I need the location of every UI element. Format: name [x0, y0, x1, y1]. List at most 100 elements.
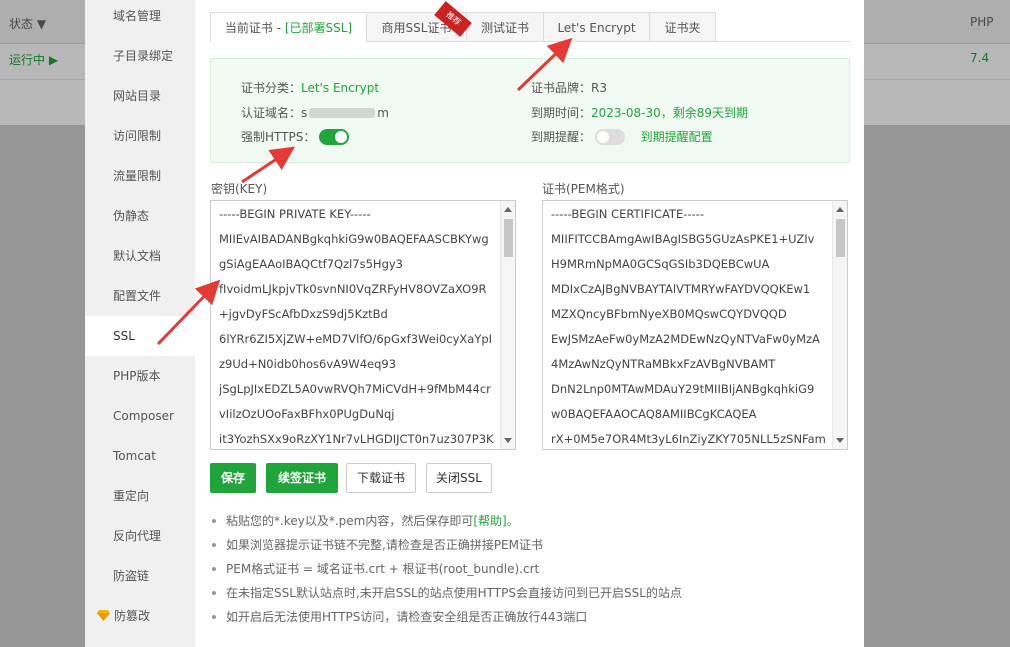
close-ssl-button[interactable]: 关闭SSL — [426, 463, 492, 493]
list-item: PEM格式证书 = 域名证书.crt + 根证书(root_bundle).cr… — [210, 559, 850, 583]
sidebar-item-hotlink[interactable]: 防盗链 — [85, 556, 195, 596]
sidebar-item-label: 配置文件 — [113, 289, 162, 303]
sidebar-item-label: 重定向 — [113, 489, 150, 503]
code-line: 4MzAwNzQyNTRaMBkxFzAVBgNVBAMT — [551, 357, 776, 371]
tip-text: 如开启后无法使用HTTPS访问，请检查安全组是否正确放行443端口 — [226, 610, 588, 624]
tip-text: PEM格式证书 = 域名证书.crt + 根证书(root_bundle).cr… — [226, 562, 540, 576]
cert-domain-value-start: s — [301, 106, 308, 120]
sidebar-item-label: Composer — [113, 409, 174, 423]
tip-text: 在未指定SSL默认站点时,未开启SSL的站点使用HTTPS会直接访问到已开启SS… — [226, 586, 682, 600]
code-line: +jgvDyFScAfbDxzS9dj5KztBd — [219, 307, 388, 321]
force-https-label: 强制HTTPS： — [241, 130, 316, 144]
tab-label: 商用SSL证书 — [381, 21, 452, 35]
code-line: 6lYRr6ZI5XjZW+eMD7VlfO/6pGxf3Wei0cyXaYpI — [219, 332, 493, 346]
cert-domain-label: 认证域名： — [241, 106, 302, 120]
code-line: rX+0M5e7OR4Mt3yL6InZiyZKY705NLL5zSNFam — [551, 432, 826, 446]
toggle-knob — [335, 131, 348, 143]
redacted-domain — [309, 108, 376, 118]
download-cert-button[interactable]: 下载证书 — [346, 463, 416, 493]
expire-remind-toggle[interactable] — [594, 129, 625, 145]
cert-expire-label: 到期时间： — [531, 106, 592, 120]
sidebar-item-config-file[interactable]: 配置文件 — [85, 276, 195, 316]
scroll-down-icon[interactable] — [504, 438, 512, 443]
cert-expire: 到期时间：2023-08-30，剩余89天到期 — [531, 104, 748, 121]
list-item: 粘贴您的*.key以及*.pem内容，然后保存即可[帮助]。 — [210, 511, 850, 535]
tab-test-cert[interactable]: 测试证书 — [466, 12, 544, 42]
certificate-content: -----BEGIN CERTIFICATE----- MIIFITCCBAmgA… — [551, 207, 829, 449]
cert-scrollbar[interactable] — [832, 201, 847, 449]
cert-brand: 证书品牌：R3 — [531, 79, 607, 96]
cert-domain: 认证域名：s m — [241, 104, 389, 121]
cert-brand-label: 证书品牌： — [531, 81, 592, 95]
toggle-knob — [596, 131, 609, 143]
private-key-textarea[interactable]: -----BEGIN PRIVATE KEY----- MIIEvAIBADANB… — [210, 200, 516, 450]
sidebar-item-label: 流量限制 — [113, 169, 162, 183]
sidebar-item-php-version[interactable]: PHP版本 — [85, 356, 195, 396]
deployed-status: [已部署SSL] — [284, 21, 353, 35]
tab-cert-folder[interactable]: 证书夹 — [649, 12, 716, 42]
sidebar-item-tomcat[interactable]: Tomcat — [85, 436, 195, 476]
sidebar-item-tamper-proof[interactable]: 防篡改 — [85, 596, 195, 636]
expire-remind-config-link[interactable]: 到期提醒配置 — [641, 130, 713, 144]
key-label: 密钥(KEY) — [211, 182, 268, 196]
sidebar-item-reverse-proxy[interactable]: 反向代理 — [85, 516, 195, 556]
ssl-tabs: 当前证书 - [已部署SSL] 商用SSL证书 测试证书 Let's Encry… — [210, 1, 850, 43]
cert-brand-value: R3 — [591, 81, 607, 95]
sidebar-item-composer[interactable]: Composer — [85, 396, 195, 436]
tab-label: Let's Encrypt — [557, 21, 636, 35]
sidebar-item-label: PHP版本 — [113, 369, 161, 383]
sidebar-item-traffic-limit[interactable]: 流量限制 — [85, 156, 195, 196]
save-button[interactable]: 保存 — [210, 463, 256, 493]
help-link[interactable]: [帮助]。 — [473, 514, 518, 528]
sidebar-item-subdir[interactable]: 子目录绑定 — [85, 36, 195, 76]
code-line: vIilzOzUOoFaxBFhx0PUgDuNqj — [219, 407, 395, 421]
sidebar-item-ssl[interactable]: SSL — [85, 316, 195, 356]
renew-cert-button[interactable]: 续签证书 — [266, 463, 338, 493]
force-https-toggle[interactable] — [319, 129, 350, 145]
scroll-down-icon[interactable] — [836, 438, 844, 443]
scroll-up-icon[interactable] — [504, 207, 512, 212]
expire-remind: 到期提醒： 到期提醒配置 — [531, 128, 713, 145]
sidebar-item-site-dir[interactable]: 网站目录 — [85, 76, 195, 116]
scroll-thumb[interactable] — [836, 219, 845, 257]
sidebar-item-label: 防盗链 — [113, 569, 150, 583]
code-line: DnN2Lnp0MTAwMDAuY29tMIIBIjANBgkqhkiG9 — [551, 382, 815, 396]
sidebar-item-label: 子目录绑定 — [113, 49, 174, 63]
certificate-textarea[interactable]: -----BEGIN CERTIFICATE----- MIIFITCCBAmgA… — [542, 200, 848, 450]
sidebar-item-label: Tomcat — [113, 449, 156, 463]
sidebar-item-redirect[interactable]: 重定向 — [85, 476, 195, 516]
code-line: H9MRmNpMA0GCSqGSIb3DQEBCwUA — [551, 257, 770, 271]
tip-text: 如果浏览器提示证书链不完整,请检查是否正确拼接PEM证书 — [226, 538, 543, 552]
scroll-up-icon[interactable] — [836, 207, 844, 212]
sidebar-item-default-doc[interactable]: 默认文档 — [85, 236, 195, 276]
sidebar-item-label: 防篡改 — [114, 609, 151, 623]
code-line: z9Ud+N0idb0hos6vA9W4eq93 — [219, 357, 397, 371]
cert-expire-value: 2023-08-30，剩余89天到期 — [591, 106, 749, 120]
ssl-panel: 当前证书 - [已部署SSL] 商用SSL证书 测试证书 Let's Encry… — [210, 0, 850, 647]
cert-domain-value-end: m — [377, 106, 389, 120]
ssl-tips-list: 粘贴您的*.key以及*.pem内容，然后保存即可[帮助]。 如果浏览器提示证书… — [210, 511, 850, 631]
code-line: MDIxCzAJBgNVBAYTAlVTMRYwFAYDVQQKEw1 — [551, 282, 811, 296]
code-line: EwJSMzAeFw0yMzA2MDEwNzQyNTVaFw0yMzA — [551, 332, 820, 346]
sidebar-item-label: 伪静态 — [113, 209, 150, 223]
code-line: MZXQncyBFbmNyeXB0MQswCQYDVQQD — [551, 307, 787, 321]
sidebar-item-rewrite[interactable]: 伪静态 — [85, 196, 195, 236]
code-line: gSiAgEAAoIBAQCtf7Qzl7s5Hgy3 — [219, 257, 403, 271]
sidebar-item-domain[interactable]: 域名管理 — [85, 0, 195, 36]
tab-letsencrypt[interactable]: Let's Encrypt — [543, 12, 650, 42]
scroll-thumb[interactable] — [504, 219, 513, 257]
key-scrollbar[interactable] — [500, 201, 515, 449]
code-line: jSgLpJIxEDZL5A0vwRVQh7MiCVdH+9fMbM44cr — [219, 382, 491, 396]
site-settings-modal: 域名管理 子目录绑定 网站目录 访问限制 流量限制 伪静态 默认文档 配置文件 … — [85, 0, 864, 647]
sidebar-item-label: 访问限制 — [113, 129, 162, 143]
force-https: 强制HTTPS： — [241, 128, 350, 145]
sidebar-item-label: 域名管理 — [113, 9, 162, 23]
code-line: it3YozhSXx9oRzXY1Nr7vLHGDIJCT0n7uz307P3K — [219, 432, 494, 446]
sidebar-item-access-limit[interactable]: 访问限制 — [85, 116, 195, 156]
tip-text: 粘贴您的*.key以及*.pem内容，然后保存即可 — [226, 514, 474, 528]
tab-current-cert[interactable]: 当前证书 - [已部署SSL] — [210, 12, 367, 43]
cert-category-value: Let's Encrypt — [301, 81, 380, 95]
code-line: -----BEGIN PRIVATE KEY----- — [219, 207, 371, 221]
code-line: -----BEGIN CERTIFICATE----- — [551, 207, 704, 221]
tab-label: 当前证书 - — [224, 21, 285, 35]
